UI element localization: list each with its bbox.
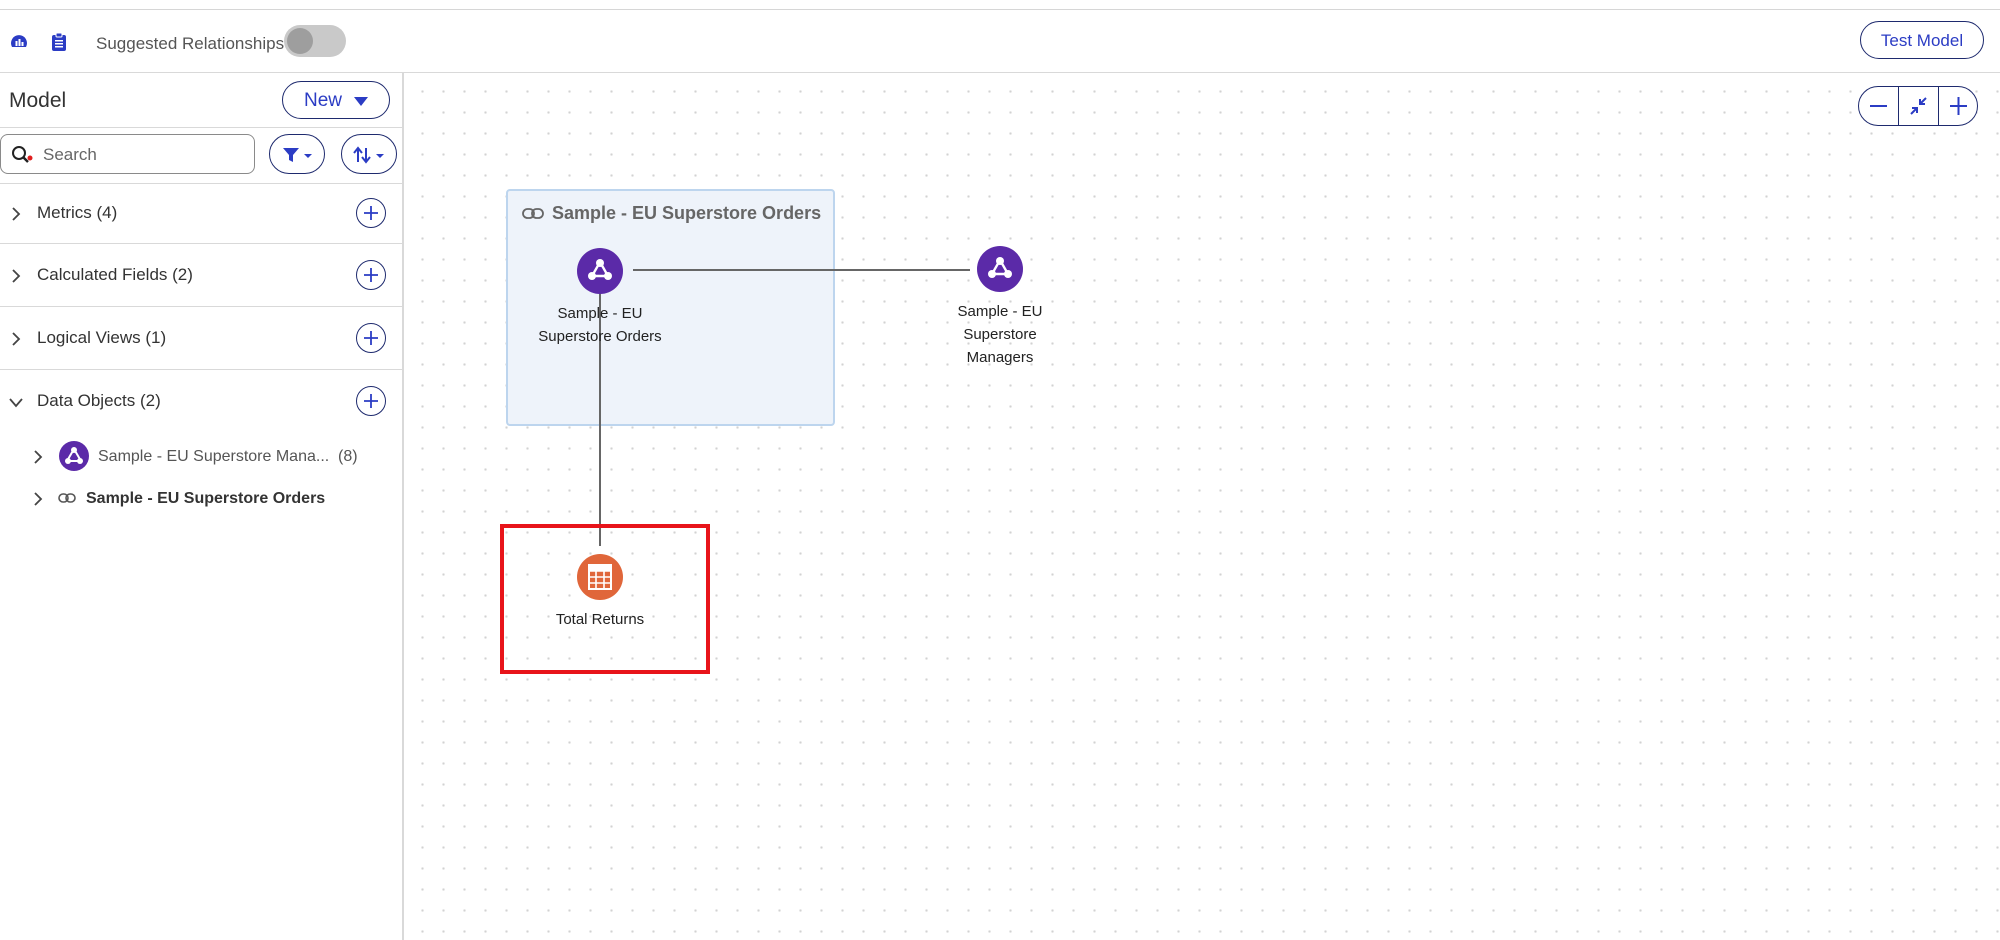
plus-icon xyxy=(364,206,378,220)
chevron-right-icon xyxy=(12,332,21,346)
model-sidebar: Model New Metrics (4) xyxy=(0,73,404,940)
relationship-edge[interactable] xyxy=(633,269,970,271)
link-icon xyxy=(58,491,76,510)
data-object-count: (8) xyxy=(338,448,358,465)
add-data-object-button[interactable] xyxy=(356,386,386,416)
add-metric-button[interactable] xyxy=(356,198,386,228)
search-icon xyxy=(11,145,33,165)
divider xyxy=(0,369,402,370)
node-managers[interactable] xyxy=(977,246,1023,292)
divider xyxy=(0,127,402,128)
suggested-relationships-label: Suggested Relationships xyxy=(96,34,285,53)
plus-icon xyxy=(1950,97,1967,115)
zoom-controls xyxy=(1858,86,1978,126)
filter-button[interactable] xyxy=(269,134,325,174)
filter-icon xyxy=(283,148,312,162)
fit-view-button[interactable] xyxy=(1899,87,1938,125)
new-button-label: New xyxy=(304,90,343,111)
zoom-in-button[interactable] xyxy=(1939,87,1978,125)
section-metrics[interactable]: Metrics (4) xyxy=(0,190,402,238)
minus-icon xyxy=(1870,105,1887,107)
node-label-line: Sample - EU xyxy=(957,303,1043,320)
section-calculated-fields[interactable]: Calculated Fields (2) xyxy=(0,252,402,300)
dataset-icon xyxy=(588,259,612,280)
plus-icon xyxy=(364,394,378,408)
dataset-icon xyxy=(988,257,1012,278)
sidebar-title: Model xyxy=(9,89,67,112)
chevron-right-icon xyxy=(34,450,43,464)
node-orders[interactable] xyxy=(577,248,623,294)
data-object-row[interactable]: Sample - EU Superstore Orders xyxy=(0,481,400,515)
data-object-label: Sample - EU Superstore Orders xyxy=(86,490,326,507)
section-data-objects[interactable]: Data Objects (2) xyxy=(0,378,402,426)
chevron-right-icon xyxy=(34,492,43,506)
search-box[interactable] xyxy=(0,134,255,174)
new-button[interactable]: New xyxy=(282,81,390,119)
divider xyxy=(0,306,402,307)
suggested-relationships-toggle[interactable] xyxy=(284,25,346,57)
zoom-out-button[interactable] xyxy=(1859,87,1898,125)
chevron-down-icon xyxy=(9,398,23,408)
node-label-line: Sample - EU xyxy=(557,305,643,322)
data-object-label: Sample - EU Superstore Mana... xyxy=(98,448,330,465)
sort-button[interactable] xyxy=(341,134,397,174)
link-icon xyxy=(522,205,544,226)
plus-icon xyxy=(364,268,378,282)
group-title: Sample - EU Superstore Orders xyxy=(552,203,822,223)
divider xyxy=(0,243,402,244)
add-calculated-field-button[interactable] xyxy=(356,260,386,290)
add-logical-view-button[interactable] xyxy=(356,323,386,353)
section-label: Calculated Fields (2) xyxy=(37,265,193,284)
divider xyxy=(0,183,402,184)
node-label-line: Managers xyxy=(966,349,1034,366)
data-object-row[interactable]: Sample - EU Superstore Mana... (8) xyxy=(0,439,400,473)
clipboard-icon[interactable] xyxy=(49,32,69,52)
node-label: Sample - EU Superstore Managers xyxy=(920,300,1080,369)
compress-icon xyxy=(1910,97,1927,115)
test-model-button[interactable]: Test Model xyxy=(1860,21,1984,59)
search-input[interactable] xyxy=(41,141,245,169)
plus-icon xyxy=(364,331,378,345)
chevron-right-icon xyxy=(12,269,21,283)
sort-icon xyxy=(353,146,384,164)
caret-down-icon xyxy=(354,97,368,106)
section-logical-views[interactable]: Logical Views (1) xyxy=(0,315,402,363)
section-label: Logical Views (1) xyxy=(37,328,167,347)
dashboard-icon[interactable] xyxy=(9,32,29,52)
toolbar: Suggested Relationships Test Model xyxy=(0,10,2000,73)
node-label-line: Superstore Orders xyxy=(538,328,662,345)
dataset-icon xyxy=(59,441,89,476)
toggle-knob xyxy=(287,28,313,54)
selection-highlight xyxy=(500,524,710,674)
node-label-line: Superstore xyxy=(963,326,1037,343)
section-label: Metrics (4) xyxy=(37,203,118,222)
node-label: Sample - EU Superstore Orders xyxy=(520,302,680,348)
chevron-right-icon xyxy=(12,207,21,221)
section-label: Data Objects (2) xyxy=(37,391,161,410)
